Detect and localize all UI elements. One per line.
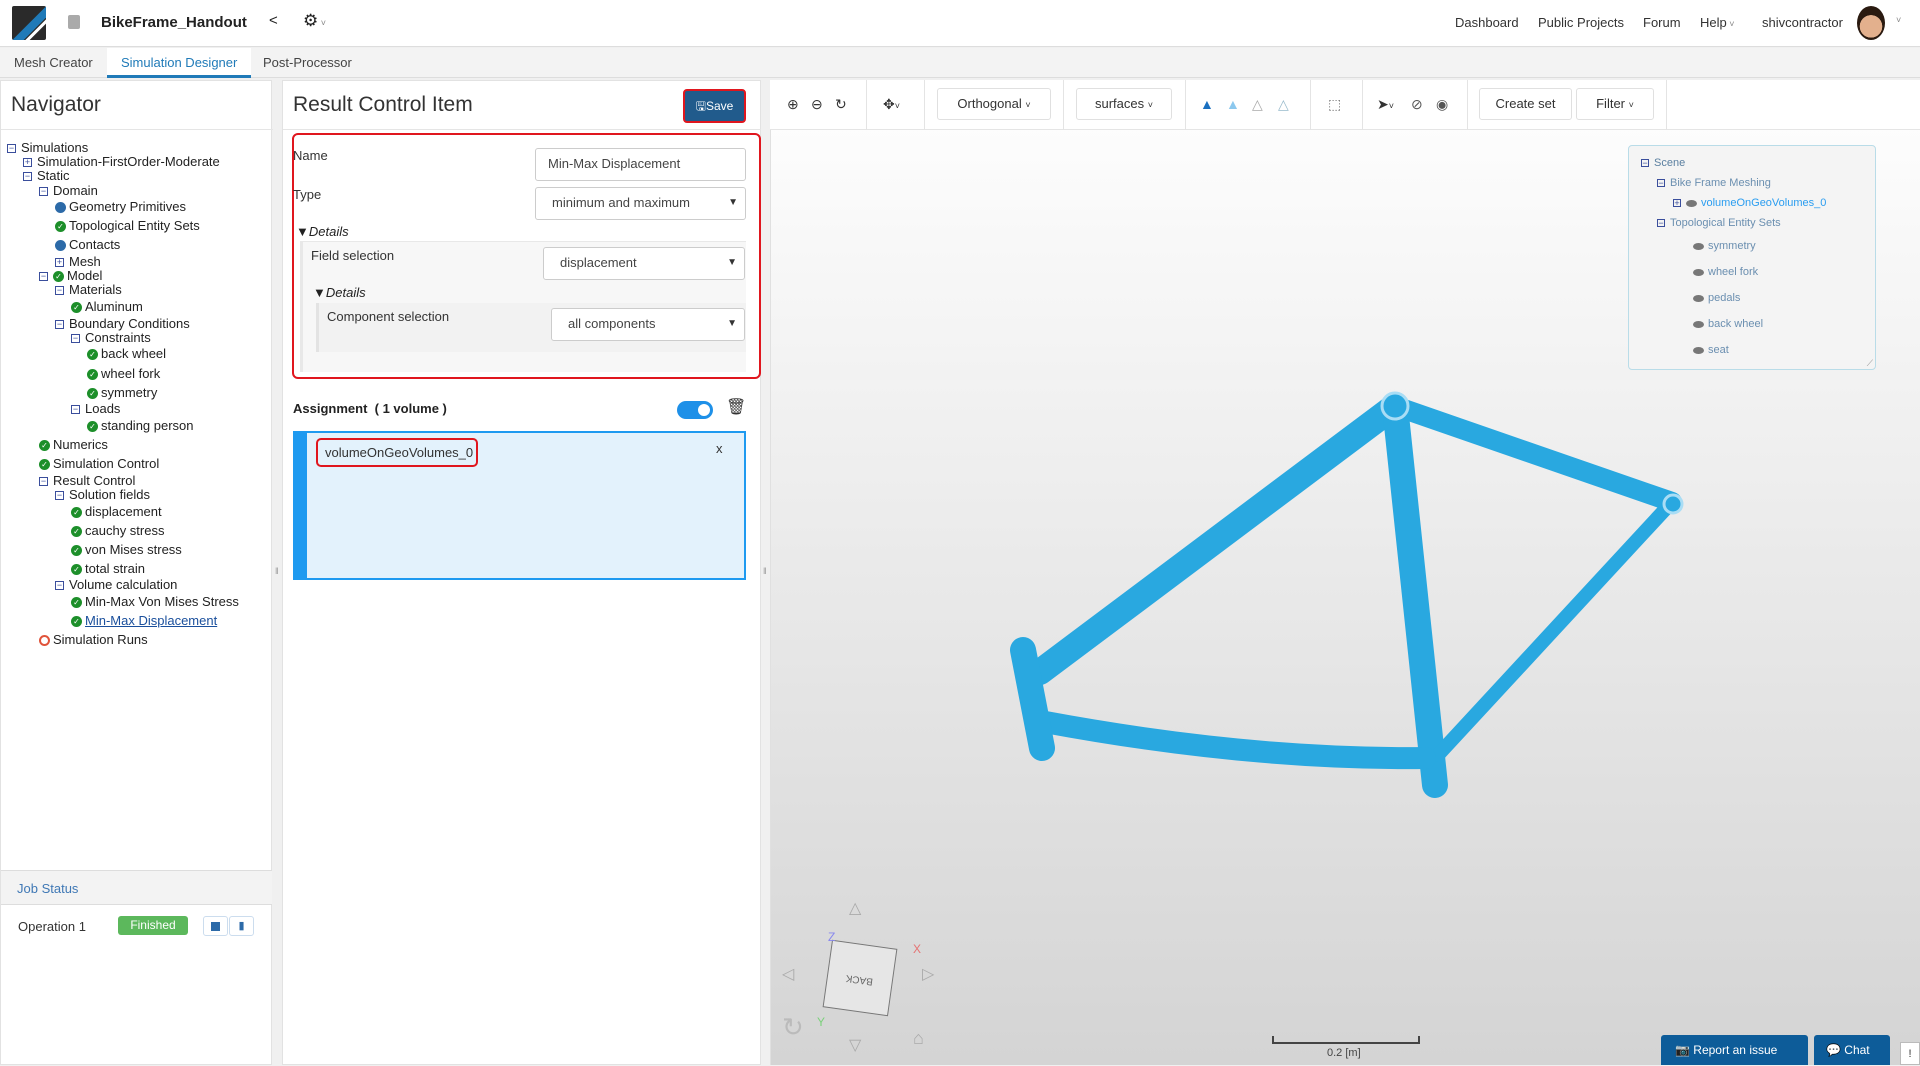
rotate-up-icon[interactable]: △ — [849, 898, 861, 918]
dropout — [1662, 493, 1684, 515]
axis-x-label: X — [913, 942, 922, 956]
cube-face-label: BACK — [845, 972, 875, 987]
chat-icon: 💬 — [1826, 1043, 1845, 1057]
frame-tubes — [1010, 393, 1682, 798]
seat-joint — [1380, 391, 1410, 421]
seat-stay — [1385, 396, 1682, 512]
view-cube-widget: △ ◁ ▷ ▽ ⌂ ↻ BACK X Y Z — [770, 880, 970, 1065]
chain-stay — [1431, 495, 1679, 762]
scale-bar — [1272, 1036, 1420, 1044]
report-label: Report an issue — [1693, 1043, 1778, 1057]
axis-z-label: Z — [828, 930, 836, 944]
top-tube — [1027, 393, 1408, 685]
feedback-button[interactable]: ! — [1900, 1042, 1920, 1065]
axis-y-label: Y — [817, 1015, 826, 1029]
report-issue-button[interactable]: 📷 Report an issue — [1661, 1035, 1808, 1065]
chat-button[interactable]: 💬 Chat — [1814, 1035, 1890, 1065]
seat-tube — [1382, 393, 1448, 798]
view-cube[interactable]: BACK — [822, 939, 898, 1017]
roll-icon[interactable]: ↻ — [782, 1012, 804, 1043]
home-icon[interactable]: ⌂ — [913, 1028, 924, 1049]
chat-label: Chat — [1844, 1043, 1870, 1057]
rotate-right-icon[interactable]: ▷ — [922, 964, 934, 984]
down-tube — [1034, 711, 1436, 770]
camera-icon: 📷 — [1675, 1043, 1694, 1057]
rotate-down-icon[interactable]: ▽ — [849, 1035, 861, 1055]
rotate-left-icon[interactable]: ◁ — [782, 964, 794, 984]
scale-label: 0.2 [m] — [1327, 1047, 1361, 1059]
